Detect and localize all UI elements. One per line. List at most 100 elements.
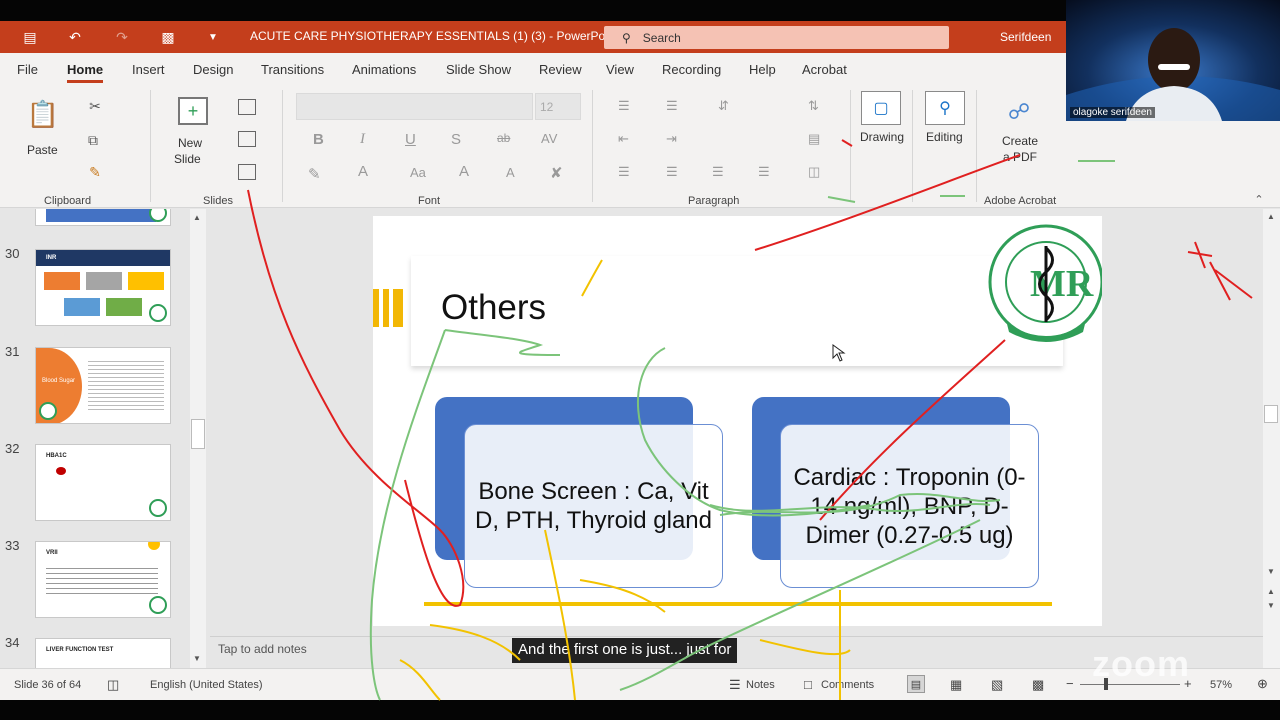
tab-home[interactable]: Home [67, 62, 104, 83]
tab-slide-show[interactable]: Slide Show [446, 62, 511, 77]
present-icon[interactable]: ▩ [158, 27, 178, 47]
italic-icon[interactable]: I [360, 131, 365, 148]
zoom-out-icon[interactable]: − [1066, 676, 1074, 691]
customize-toolbar-icon[interactable]: ▼ [203, 27, 223, 47]
tab-design[interactable]: Design [193, 62, 233, 77]
tab-acrobat[interactable]: Acrobat [802, 62, 847, 77]
tab-view[interactable]: View [606, 62, 634, 77]
scroll-thumb[interactable] [191, 419, 205, 449]
grow-font-icon[interactable]: A [459, 163, 469, 180]
notes-button[interactable]: Notes [746, 679, 775, 691]
bullets-icon[interactable]: ☰ [618, 98, 630, 114]
editing-icon[interactable]: ⚲ [925, 91, 965, 125]
align-center-icon[interactable]: ☰ [666, 164, 678, 180]
scroll-down-icon[interactable]: ▼ [1267, 567, 1275, 576]
highlight-icon[interactable]: ✎ [308, 165, 321, 183]
slide-thumbnail[interactable]: Blood Sugar [35, 347, 171, 424]
bold-icon[interactable]: B [313, 131, 324, 148]
align-left-icon[interactable]: ☰ [618, 164, 630, 180]
prev-slide-icon[interactable]: ▲ [1267, 587, 1275, 596]
slide-thumbnail[interactable]: VRII [35, 541, 171, 618]
current-slide[interactable]: Others MR Bone Screen : Ca, Vit D, PTH, … [373, 216, 1102, 626]
copy-icon[interactable]: ⧉ [84, 131, 102, 149]
create-pdf-line1[interactable]: Create [1002, 134, 1038, 148]
scroll-up-icon[interactable]: ▲ [1267, 212, 1275, 221]
char-spacing-icon[interactable]: AV [541, 131, 557, 146]
format-painter-icon[interactable]: ✎ [86, 163, 104, 181]
slideshow-view-icon[interactable]: ▩ [1032, 677, 1044, 693]
accessibility-icon[interactable]: ◫ [107, 677, 119, 693]
tab-review[interactable]: Review [539, 62, 582, 77]
slide-sorter-icon[interactable]: ▦ [950, 677, 962, 693]
scroll-up-icon[interactable]: ▲ [193, 213, 201, 222]
cut-icon[interactable]: ✂ [88, 97, 102, 115]
tab-help[interactable]: Help [749, 62, 776, 77]
tab-insert[interactable]: Insert [132, 62, 165, 77]
reading-view-icon[interactable]: ▧ [991, 677, 1003, 693]
create-pdf-icon[interactable]: ☍ [1006, 97, 1032, 127]
numbering-icon[interactable]: ☰ [666, 98, 678, 114]
new-slide-line1[interactable]: New [178, 136, 202, 150]
slide-thumbnail-pane[interactable]: 30 INR 31 Blood Sugar 32 HBA1C 33 VRII 3… [0, 209, 208, 668]
shadow-icon[interactable]: S [451, 131, 461, 148]
comments-icon[interactable]: □ [804, 677, 812, 692]
slide-thumbnail[interactable] [35, 209, 171, 226]
font-name-box[interactable] [296, 93, 533, 120]
drawing-button[interactable]: Drawing [860, 130, 904, 144]
create-pdf-line2[interactable]: a PDF [1003, 150, 1037, 164]
reset-icon[interactable] [238, 131, 256, 147]
collapse-ribbon-icon[interactable]: ⌃ [1252, 193, 1266, 206]
new-slide-icon[interactable]: + [178, 97, 208, 125]
normal-view-icon[interactable]: ▤ [907, 675, 925, 693]
undo-icon[interactable]: ↶ [65, 27, 85, 47]
slide-title[interactable]: Others [441, 288, 546, 328]
section-icon[interactable] [238, 164, 256, 180]
tab-recording[interactable]: Recording [662, 62, 721, 77]
text-direction-icon[interactable]: ⇅ [808, 98, 819, 114]
redo-icon[interactable]: ↷ [112, 27, 132, 47]
paste-button[interactable]: Paste [27, 143, 58, 157]
cardiac-card[interactable]: Cardiac : Troponin (0-14 ng/ml), BNP, D-… [780, 424, 1039, 588]
tab-animations[interactable]: Animations [352, 62, 416, 77]
paste-icon[interactable]: 📋 [27, 97, 59, 131]
tab-transitions[interactable]: Transitions [261, 62, 324, 77]
layout-icon[interactable] [238, 99, 256, 115]
align-text-icon[interactable]: ▤ [808, 131, 820, 147]
font-color-icon[interactable]: A [358, 163, 368, 180]
new-slide-line2[interactable]: Slide [174, 152, 201, 166]
notes-icon[interactable]: ☰ [729, 677, 741, 693]
participant-video[interactable]: olagoke serifdeen [1066, 0, 1280, 121]
slide-counter[interactable]: Slide 36 of 64 [14, 679, 81, 691]
scroll-down-icon[interactable]: ▼ [193, 654, 201, 663]
slide-thumbnail[interactable]: HBA1C [35, 444, 171, 521]
increase-indent-icon[interactable]: ⇥ [666, 131, 677, 147]
decrease-indent-icon[interactable]: ⇤ [618, 131, 629, 147]
shrink-font-icon[interactable]: A [506, 165, 515, 180]
save-icon[interactable]: ▤ [20, 27, 40, 47]
editing-button[interactable]: Editing [926, 130, 963, 144]
font-size-box[interactable]: 12 [535, 93, 581, 120]
thumbnail-scrollbar[interactable]: ▲ ▼ [190, 209, 206, 668]
slide-thumbnail[interactable]: LIVER FUNCTION TEST [35, 638, 171, 668]
notes-placeholder[interactable]: Tap to add notes [218, 642, 307, 656]
tab-file[interactable]: File [17, 62, 38, 77]
strikethrough-icon[interactable]: ab [497, 131, 510, 145]
underline-icon[interactable]: U [405, 131, 416, 148]
fit-to-window-icon[interactable]: ⊕ [1257, 676, 1268, 692]
justify-icon[interactable]: ☰ [758, 164, 770, 180]
slide-thumbnail[interactable]: INR [35, 249, 171, 326]
zoom-level[interactable]: 57% [1210, 679, 1232, 691]
change-case-icon[interactable]: Aa [410, 165, 426, 180]
slide-scrollbar[interactable]: ▲ ▼ ▲ ▼ [1263, 209, 1280, 668]
scroll-thumb[interactable] [1264, 405, 1278, 423]
comments-button[interactable]: Comments [821, 679, 874, 691]
columns-icon[interactable]: ◫ [808, 164, 820, 180]
search-box[interactable]: ⚲ Search [604, 26, 949, 49]
account-name[interactable]: Serifdeen [1000, 30, 1051, 44]
bone-screen-card[interactable]: Bone Screen : Ca, Vit D, PTH, Thyroid gl… [464, 424, 723, 588]
clear-format-icon[interactable]: ✘ [550, 164, 563, 182]
language-indicator[interactable]: English (United States) [150, 679, 263, 691]
align-right-icon[interactable]: ☰ [712, 164, 724, 180]
drawing-icon[interactable]: ▢ [861, 91, 901, 125]
next-slide-icon[interactable]: ▼ [1267, 601, 1275, 610]
